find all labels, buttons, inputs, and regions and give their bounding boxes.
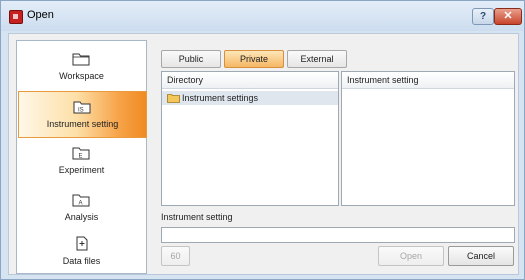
directory-item[interactable]: Instrument settings <box>162 91 338 105</box>
close-button[interactable]: ✕ <box>494 8 522 25</box>
svg-text:E: E <box>79 154 83 160</box>
sidebar-item-workspace[interactable]: Workspace <box>18 44 145 89</box>
document-plus-icon <box>76 236 88 251</box>
name-input[interactable] <box>161 227 515 243</box>
sidebar-item-experiment[interactable]: E Experiment <box>18 138 145 183</box>
directory-item-label: Instrument settings <box>182 93 259 103</box>
folder-is-icon: IS <box>73 101 91 114</box>
directory-panel[interactable]: Directory Instrument settings <box>161 71 339 206</box>
folder-a-icon: A <box>72 194 90 207</box>
open-dialog: Open ? ✕ Workspace IS Instrument setting <box>0 0 525 280</box>
instrument-list-header: Instrument setting <box>342 72 514 89</box>
sidebar-item-label: Experiment <box>58 165 105 175</box>
open-button[interactable]: Open <box>378 246 444 266</box>
folder-icon <box>72 53 90 66</box>
window-title: Open <box>27 9 54 21</box>
instrument-setting-list[interactable]: Instrument setting <box>341 71 515 206</box>
tab-external[interactable]: External <box>287 50 347 68</box>
tab-public[interactable]: Public <box>161 50 221 68</box>
directory-header: Directory <box>162 72 338 89</box>
app-icon <box>9 10 23 24</box>
title-bar[interactable]: Open ? ✕ <box>1 1 524 31</box>
small-button[interactable]: 60 <box>161 246 190 266</box>
help-button[interactable]: ? <box>472 8 494 25</box>
sidebar-item-label: Instrument setting <box>46 119 119 129</box>
sidebar-item-label: Workspace <box>59 71 104 81</box>
dialog-content: Workspace IS Instrument setting E Experi… <box>8 33 519 275</box>
folder-e-icon: E <box>72 147 90 160</box>
sidebar-item-instrument-setting[interactable]: IS Instrument setting <box>18 91 147 138</box>
sidebar-item-label: Data files <box>62 256 101 266</box>
name-field-label: Instrument setting <box>161 212 233 222</box>
folder-icon <box>167 94 180 103</box>
sidebar-item-data-files[interactable]: Data files <box>18 229 145 274</box>
svg-text:A: A <box>79 201 83 207</box>
cancel-button[interactable]: Cancel <box>448 246 514 266</box>
tab-private[interactable]: Private <box>224 50 284 68</box>
sidebar-item-label: Analysis <box>64 212 99 222</box>
sidebar-item-analysis[interactable]: A Analysis <box>18 185 145 230</box>
location-sidebar: Workspace IS Instrument setting E Experi… <box>16 40 147 274</box>
svg-text:IS: IS <box>78 108 84 114</box>
